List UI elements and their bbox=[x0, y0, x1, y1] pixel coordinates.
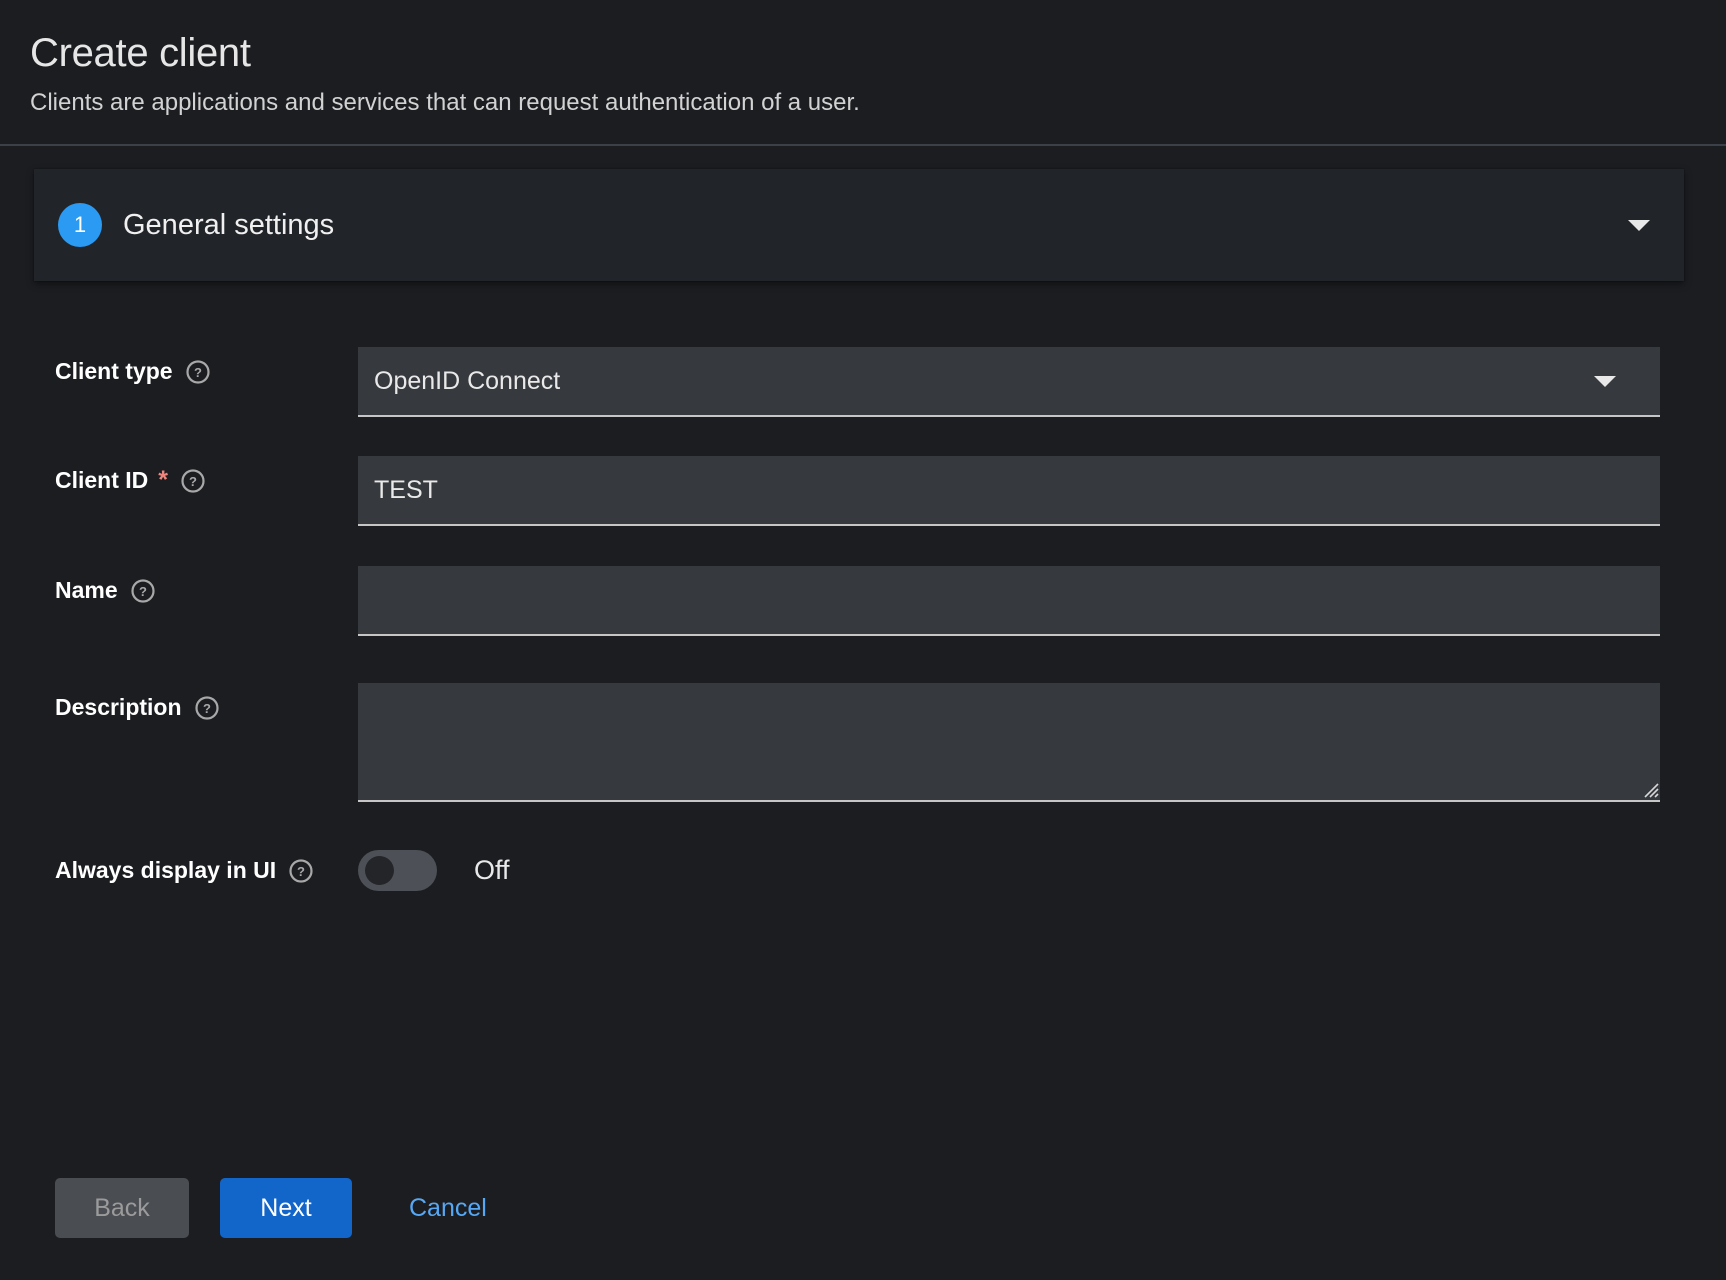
form-row-name: Name ? bbox=[0, 566, 1726, 636]
client-id-label: Client ID bbox=[55, 467, 148, 494]
next-button[interactable]: Next bbox=[220, 1178, 352, 1238]
name-input[interactable] bbox=[358, 566, 1660, 636]
help-circle-icon[interactable]: ? bbox=[289, 859, 313, 883]
wizard-step-label: General settings bbox=[123, 209, 334, 242]
svg-text:?: ? bbox=[203, 701, 211, 716]
name-control bbox=[358, 566, 1726, 636]
client-id-label-group: Client ID * ? bbox=[55, 456, 358, 494]
page-title: Create client bbox=[30, 30, 1696, 77]
form-row-description: Description ? bbox=[0, 683, 1726, 802]
always-display-in-ui-label: Always display in UI bbox=[55, 857, 276, 884]
description-label-group: Description ? bbox=[55, 683, 358, 721]
chevron-down-icon[interactable] bbox=[1594, 376, 1616, 387]
always-display-label-group: Always display in UI ? bbox=[55, 857, 358, 884]
chevron-down-icon[interactable] bbox=[1628, 220, 1650, 231]
page-subtitle: Clients are applications and services th… bbox=[30, 88, 1696, 118]
client-type-selected-value: OpenID Connect bbox=[374, 367, 560, 396]
description-textarea[interactable] bbox=[358, 683, 1660, 802]
always-display-control: Off bbox=[358, 850, 1726, 891]
resize-handle-icon[interactable] bbox=[1642, 781, 1659, 798]
general-settings-form: Client type ? OpenID Connect Client ID bbox=[0, 281, 1726, 891]
client-type-control: OpenID Connect bbox=[358, 347, 1726, 417]
svg-text:?: ? bbox=[194, 365, 202, 380]
client-type-label: Client type bbox=[55, 358, 173, 385]
form-row-always-display-in-ui: Always display in UI ? Off bbox=[0, 850, 1726, 891]
svg-text:?: ? bbox=[139, 584, 147, 599]
description-label: Description bbox=[55, 694, 182, 721]
name-label: Name bbox=[55, 577, 118, 604]
required-asterisk: * bbox=[158, 468, 168, 493]
description-control bbox=[358, 683, 1726, 802]
help-circle-icon[interactable]: ? bbox=[181, 469, 205, 493]
always-display-toggle-wrap: Off bbox=[358, 850, 1660, 891]
wizard-step-number-badge: 1 bbox=[58, 203, 102, 247]
cancel-button[interactable]: Cancel bbox=[399, 1178, 497, 1238]
always-display-in-ui-state: Off bbox=[474, 855, 510, 886]
name-label-group: Name ? bbox=[55, 566, 358, 604]
wizard-footer: Back Next Cancel bbox=[0, 1178, 497, 1238]
client-id-control bbox=[358, 456, 1726, 526]
form-row-client-type: Client type ? OpenID Connect bbox=[0, 347, 1726, 417]
always-display-in-ui-toggle[interactable] bbox=[358, 850, 437, 891]
svg-text:?: ? bbox=[297, 864, 305, 879]
create-client-page: Create client Clients are applications a… bbox=[0, 0, 1726, 1280]
client-type-select[interactable]: OpenID Connect bbox=[358, 347, 1660, 417]
page-header: Create client Clients are applications a… bbox=[0, 0, 1726, 146]
help-circle-icon[interactable]: ? bbox=[195, 696, 219, 720]
help-circle-icon[interactable]: ? bbox=[186, 360, 210, 384]
wizard-step-general-settings[interactable]: 1 General settings bbox=[34, 169, 1684, 281]
help-circle-icon[interactable]: ? bbox=[131, 579, 155, 603]
form-row-client-id: Client ID * ? bbox=[0, 456, 1726, 526]
description-textarea-value bbox=[358, 683, 1660, 711]
client-type-label-group: Client type ? bbox=[55, 347, 358, 385]
toggle-knob bbox=[365, 856, 394, 885]
svg-text:?: ? bbox=[189, 474, 197, 489]
back-button[interactable]: Back bbox=[55, 1178, 189, 1238]
client-id-input[interactable] bbox=[358, 456, 1660, 526]
